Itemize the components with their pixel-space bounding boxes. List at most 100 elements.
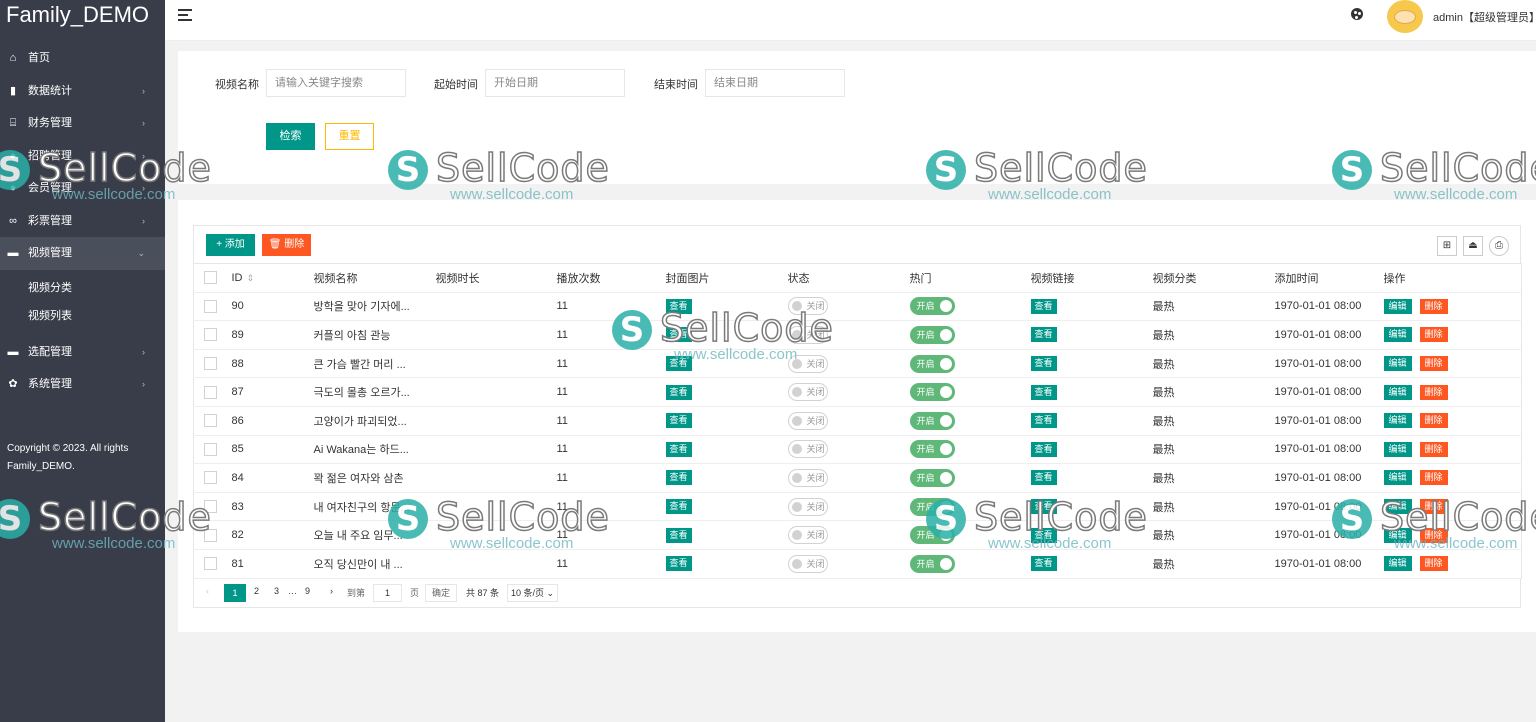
- goto-confirm-button[interactable]: 确定: [425, 584, 457, 602]
- reset-button[interactable]: 重置: [325, 123, 374, 150]
- edit-button[interactable]: 编辑: [1383, 327, 1412, 343]
- delete-button[interactable]: 删除: [1419, 441, 1448, 457]
- hot-toggle[interactable]: 开启: [909, 497, 955, 516]
- row-checkbox[interactable]: [204, 557, 217, 571]
- row-checkbox[interactable]: [204, 528, 217, 542]
- edit-button[interactable]: 编辑: [1383, 527, 1412, 543]
- row-checkbox[interactable]: [204, 357, 217, 371]
- view-cover-button[interactable]: 查看: [665, 441, 692, 457]
- sidebar-item-options[interactable]: ▬ 选配管理 ›: [0, 336, 165, 369]
- edit-button[interactable]: 编辑: [1383, 384, 1412, 400]
- delete-button[interactable]: 删除: [1419, 470, 1448, 486]
- view-cover-button[interactable]: 查看: [665, 384, 692, 400]
- view-link-button[interactable]: 查看: [1030, 441, 1057, 457]
- view-link-button[interactable]: 查看: [1030, 384, 1057, 400]
- view-cover-button[interactable]: 查看: [665, 356, 692, 372]
- status-toggle[interactable]: 关闭: [787, 411, 828, 430]
- view-cover-button[interactable]: 查看: [665, 327, 692, 343]
- sidebar-item-recruitment[interactable]: ● 招聘管理 ›: [0, 140, 165, 173]
- row-checkbox[interactable]: [204, 471, 217, 485]
- prev-page-button[interactable]: ‹: [206, 586, 209, 596]
- status-toggle[interactable]: 关闭: [787, 526, 828, 545]
- page-2-button[interactable]: 2: [254, 586, 259, 596]
- columns-filter-icon[interactable]: ⊞: [1437, 236, 1457, 256]
- view-cover-button[interactable]: 查看: [665, 298, 692, 314]
- search-button[interactable]: 检索: [266, 123, 315, 150]
- video-name-input[interactable]: 请输入关键字搜索: [266, 69, 406, 97]
- sidebar-item-video[interactable]: ▬ 视频管理 ⌄: [0, 237, 165, 270]
- export-icon[interactable]: ⏏: [1463, 236, 1483, 256]
- hot-toggle[interactable]: 开启: [909, 297, 955, 316]
- sidebar-subitem-video-category[interactable]: 视频分类: [0, 274, 165, 302]
- view-link-button[interactable]: 查看: [1030, 499, 1057, 515]
- view-link-button[interactable]: 查看: [1030, 413, 1057, 429]
- hot-toggle[interactable]: 开启: [909, 354, 955, 373]
- edit-button[interactable]: 编辑: [1383, 413, 1412, 429]
- row-checkbox[interactable]: [204, 299, 217, 313]
- delete-button[interactable]: 删除: [1419, 327, 1448, 343]
- view-cover-button[interactable]: 查看: [665, 527, 692, 543]
- hot-toggle[interactable]: 开启: [909, 411, 955, 430]
- view-link-button[interactable]: 查看: [1030, 556, 1057, 572]
- delete-button[interactable]: 删除: [1419, 356, 1448, 372]
- view-link-button[interactable]: 查看: [1030, 327, 1057, 343]
- sidebar-item-finance[interactable]: ⌸ 财务管理 ›: [0, 107, 165, 140]
- hot-toggle[interactable]: 开启: [909, 526, 955, 545]
- row-checkbox[interactable]: [204, 442, 217, 456]
- sidebar-subitem-video-list[interactable]: 视频列表: [0, 302, 165, 330]
- status-toggle[interactable]: 关闭: [787, 468, 828, 487]
- delete-button[interactable]: 删除: [1419, 298, 1448, 314]
- batch-delete-button[interactable]: 🗑 删除: [262, 234, 311, 256]
- delete-button[interactable]: 删除: [1419, 527, 1448, 543]
- next-page-button[interactable]: ›: [330, 586, 333, 596]
- row-checkbox[interactable]: [204, 500, 217, 514]
- hot-toggle[interactable]: 开启: [909, 383, 955, 402]
- view-cover-button[interactable]: 查看: [665, 470, 692, 486]
- end-date-input[interactable]: 结束日期: [705, 69, 845, 97]
- view-link-button[interactable]: 查看: [1030, 470, 1057, 486]
- delete-button[interactable]: 删除: [1419, 499, 1448, 515]
- delete-button[interactable]: 删除: [1419, 384, 1448, 400]
- theme-palette-icon[interactable]: [1351, 8, 1363, 20]
- sidebar-item-statistics[interactable]: ▮ 数据统计 ›: [0, 75, 165, 108]
- user-menu[interactable]: admin【超级管理员】 ⌄: [1433, 9, 1536, 25]
- view-cover-button[interactable]: 查看: [665, 556, 692, 572]
- sidebar-item-home[interactable]: ⌂ 首页: [0, 42, 165, 75]
- print-icon[interactable]: ⎙: [1489, 236, 1509, 256]
- status-toggle[interactable]: 关闭: [787, 440, 828, 459]
- view-cover-button[interactable]: 查看: [665, 413, 692, 429]
- view-link-button[interactable]: 查看: [1030, 298, 1057, 314]
- row-checkbox[interactable]: [204, 328, 217, 342]
- avatar[interactable]: [1387, 0, 1423, 33]
- status-toggle[interactable]: 关闭: [787, 554, 828, 573]
- page-size-select[interactable]: 10 条/页 ⌄: [507, 584, 559, 602]
- row-checkbox[interactable]: [204, 385, 217, 399]
- start-date-input[interactable]: 开始日期: [485, 69, 625, 97]
- hot-toggle[interactable]: 开启: [909, 468, 955, 487]
- status-toggle[interactable]: 关闭: [787, 297, 828, 316]
- status-toggle[interactable]: 关闭: [787, 497, 828, 516]
- page-9-button[interactable]: 9: [305, 586, 310, 596]
- add-button[interactable]: + 添加: [206, 234, 255, 256]
- hot-toggle[interactable]: 开启: [909, 554, 955, 573]
- edit-button[interactable]: 编辑: [1383, 298, 1412, 314]
- view-link-button[interactable]: 查看: [1030, 527, 1057, 543]
- status-toggle[interactable]: 关闭: [787, 383, 828, 402]
- view-cover-button[interactable]: 查看: [665, 499, 692, 515]
- view-link-button[interactable]: 查看: [1030, 356, 1057, 372]
- edit-button[interactable]: 编辑: [1383, 499, 1412, 515]
- delete-button[interactable]: 删除: [1419, 413, 1448, 429]
- sidebar-item-lottery[interactable]: ∞ 彩票管理 ›: [0, 205, 165, 238]
- select-all-checkbox[interactable]: [204, 271, 217, 285]
- sidebar-item-system[interactable]: ✿ 系统管理 ›: [0, 368, 165, 401]
- status-toggle[interactable]: 关闭: [787, 325, 828, 344]
- page-1-button[interactable]: 1: [224, 584, 246, 602]
- edit-button[interactable]: 编辑: [1383, 356, 1412, 372]
- edit-button[interactable]: 编辑: [1383, 556, 1412, 572]
- edit-button[interactable]: 编辑: [1383, 441, 1412, 457]
- hot-toggle[interactable]: 开启: [909, 325, 955, 344]
- status-toggle[interactable]: 关闭: [787, 354, 828, 373]
- sidebar-item-members[interactable]: ● 会员管理 ›: [0, 172, 165, 205]
- page-3-button[interactable]: 3: [274, 586, 279, 596]
- row-checkbox[interactable]: [204, 414, 217, 428]
